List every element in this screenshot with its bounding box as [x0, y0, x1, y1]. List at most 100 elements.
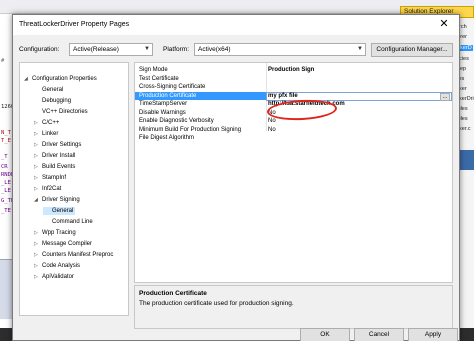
tree-node-label: Message Compiler — [42, 241, 93, 247]
platform-label: Platform: — [163, 46, 190, 53]
close-icon[interactable]: ✕ — [431, 16, 457, 33]
tree-node[interactable]: General — [33, 86, 65, 94]
property-pages-dialog: ThreatLockerDriver Property Pages ✕ Conf… — [12, 14, 460, 341]
property-name: Enable Diagnostic Verbosity — [139, 118, 214, 124]
expand-arrow-icon[interactable]: ▷ — [34, 251, 38, 259]
description-text: The production certificate used for prod… — [139, 300, 294, 307]
expand-arrow-icon[interactable]: ▷ — [34, 185, 38, 193]
tree-node-label: Wpp Tracing — [42, 230, 76, 236]
tree-node[interactable]: ▷ Message Compiler — [33, 240, 94, 248]
tree-node-label: General — [42, 87, 64, 93]
tree-node-label: Counters Manifest Preproc — [42, 252, 114, 258]
expand-arrow-icon[interactable]: ▷ — [34, 130, 38, 138]
tree-node-label: Debugging — [42, 98, 72, 104]
property-name: TimeStampServer — [139, 101, 188, 107]
code-fragment: N_T — [1, 130, 11, 136]
dialog-title: ThreatLockerDriver Property Pages — [19, 21, 130, 28]
tree-node[interactable]: ▷ StampInf — [33, 174, 68, 182]
configuration-select[interactable]: Active(Release) ▼ — [69, 43, 153, 56]
description-panel: Production Certificate The production ce… — [134, 285, 453, 329]
code-fragment: _TE — [1, 208, 11, 214]
tree-node[interactable]: ▷ Wpp Tracing — [33, 229, 78, 237]
tree-node[interactable]: ▷ ApiValidator — [33, 273, 76, 281]
code-fragment: T_E — [1, 138, 11, 144]
tree-node-label: Configuration Properties — [32, 76, 97, 82]
platform-select[interactable]: Active(x64) ▼ — [194, 43, 366, 56]
expand-arrow-icon[interactable]: ▷ — [34, 163, 38, 171]
property-tree: ◢ Configuration Properties General Debuggin… — [19, 62, 129, 316]
property-value: my pfx file — [268, 92, 298, 99]
chevron-down-icon: ▼ — [144, 46, 150, 52]
tree-node-label: Driver Settings — [42, 142, 82, 148]
tree-node[interactable]: ▷ Code Analysis — [33, 262, 82, 270]
tree-node[interactable]: ▷ Build Events — [33, 163, 77, 171]
tree-node-label: Command Line — [52, 219, 93, 225]
configuration-value: Active(Release) — [73, 46, 119, 53]
property-name: Test Certificate — [139, 75, 179, 82]
property-value: No — [268, 126, 276, 133]
property-name: File Digest Algorithm — [139, 135, 195, 141]
tree-node-label: Driver Signing — [42, 197, 80, 203]
collapse-arrow-icon[interactable]: ◢ — [34, 196, 38, 204]
tree-node[interactable]: Debugging — [33, 97, 73, 105]
expand-arrow-icon[interactable]: ▷ — [34, 174, 38, 182]
expand-arrow-icon[interactable]: ▷ — [34, 141, 38, 149]
tree-node[interactable]: ◢ Configuration Properties — [23, 75, 99, 83]
code-fragment: _T — [1, 154, 8, 160]
tree-node-label: Driver Install — [42, 153, 76, 159]
property-name: Cross-Signing Certificate — [139, 84, 206, 90]
chevron-down-icon: ▼ — [357, 46, 363, 52]
expand-arrow-icon[interactable]: ▷ — [34, 229, 38, 237]
tree-node-label: Code Analysis — [42, 263, 81, 269]
cancel-button[interactable]: Cancel — [354, 328, 404, 341]
tree-node-label: Linker — [42, 131, 59, 137]
tree-node[interactable]: ▷ Driver Settings — [33, 141, 83, 149]
ok-button[interactable]: OK — [300, 328, 350, 341]
code-fragment: CR — [1, 164, 8, 170]
configuration-manager-button[interactable]: Configuration Manager... — [371, 43, 453, 57]
expand-arrow-icon[interactable]: ▷ — [34, 152, 38, 160]
tree-node-label: General — [52, 208, 74, 214]
tree-node-label: StampInf — [42, 175, 67, 181]
property-name: Minimum Build For Production Signing — [139, 126, 242, 133]
property-name: Disable Warnings — [139, 109, 186, 116]
description-title: Production Certificate — [139, 290, 207, 297]
tree-node[interactable]: Command Line — [43, 218, 95, 226]
tree-node[interactable]: VC++ Directories — [33, 108, 90, 116]
property-value: Production Sign — [268, 67, 315, 73]
tree-node[interactable]: General — [43, 207, 76, 215]
tree-node[interactable]: ◢ Driver Signing — [33, 196, 82, 204]
dialog-titlebar[interactable]: ThreatLockerDriver Property Pages ✕ — [13, 15, 459, 35]
tree-node-label: ApiValidator — [42, 274, 74, 280]
property-row[interactable]: Minimum Build For Production Signing No — [135, 126, 452, 135]
code-fragment: # — [1, 58, 5, 64]
configuration-row: Configuration: Active(Release) ▼ Platfor… — [13, 42, 459, 58]
tree-node[interactable]: ▷ Linker — [33, 130, 60, 138]
expand-arrow-icon[interactable]: ▷ — [34, 240, 38, 248]
property-grid: Sign Mode Production Sign Test Certificate… — [134, 62, 453, 283]
apply-button[interactable]: Apply — [408, 328, 458, 341]
expand-arrow-icon[interactable]: ▷ — [34, 273, 38, 281]
tree-node-label: VC++ Directories — [42, 109, 88, 115]
tree-node-label: Build Events — [42, 164, 76, 170]
dialog-footer: OK Cancel Apply — [13, 328, 459, 341]
property-row[interactable]: ... Production Certificate my pfx file — [135, 91, 452, 101]
expand-arrow-icon[interactable]: ▷ — [34, 262, 38, 270]
property-row[interactable]: Cross-Signing Certificate — [135, 83, 452, 92]
configuration-label: Configuration: — [19, 46, 60, 53]
collapse-arrow-icon[interactable]: ◢ — [24, 75, 28, 83]
tree-node[interactable]: ▷ C/C++ — [33, 119, 61, 127]
tree-node-label: C/C++ — [42, 120, 60, 126]
tree-node[interactable]: ▷ Driver Install — [33, 152, 77, 160]
property-row[interactable]: File Digest Algorithm — [135, 134, 452, 143]
property-name: Sign Mode — [139, 67, 168, 73]
code-fragment: _LE — [1, 188, 11, 194]
expand-arrow-icon[interactable]: ▷ — [34, 119, 38, 127]
property-row[interactable]: Sign Mode Production Sign — [135, 66, 452, 75]
code-fragment: _LE — [1, 180, 11, 186]
tree-node[interactable]: ▷ Counters Manifest Preproc — [33, 251, 115, 259]
tree-node[interactable]: ▷ Inf2Cat — [33, 185, 63, 193]
tree-node-label: Inf2Cat — [42, 186, 62, 192]
property-name: Production Certificate — [139, 92, 197, 99]
property-row[interactable]: Test Certificate — [135, 75, 452, 84]
